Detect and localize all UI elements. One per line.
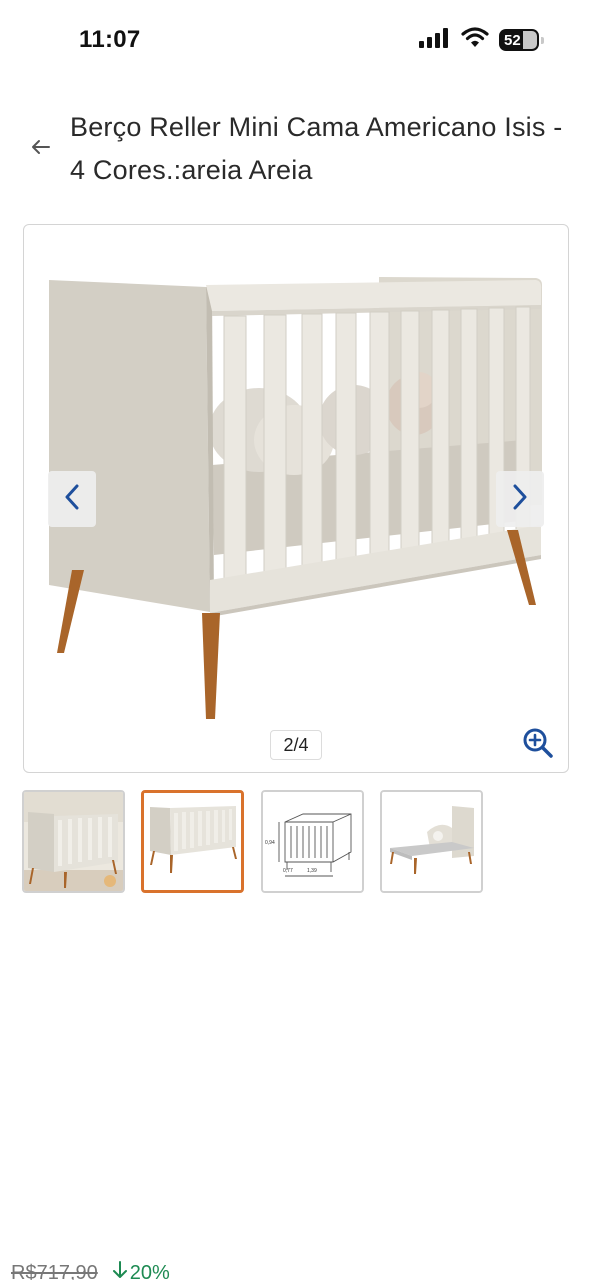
back-button[interactable] [24,132,58,166]
chevron-left-icon [64,484,80,515]
signal-icon [419,27,451,53]
wifi-icon [461,26,489,54]
discount-badge: 20% [112,1260,170,1280]
arrow-down-icon [112,1260,128,1280]
zoom-in-icon [522,727,554,764]
status-time: 11:07 [79,26,141,53]
price-row: R$717,90 20% [11,1260,170,1280]
status-icons: 52 [419,26,544,54]
thumbnail-3[interactable]: 0,94 0,77 1,39 [261,790,364,893]
battery-empty-part [523,31,537,49]
dimension-label-height: 0,94 [265,840,275,846]
discount-percent: 20% [129,1261,170,1280]
zoom-button[interactable] [520,727,556,763]
toddler-bed-thumbnail-image [382,792,481,891]
crib-front-thumbnail-image [144,793,241,890]
dimension-label-depth: 0,77 [283,868,293,874]
status-bar: 11:07 52 [0,0,591,80]
next-image-button[interactable] [496,471,544,527]
crib-room-thumbnail-image [24,792,123,891]
battery-cap [541,37,544,44]
thumbnail-2[interactable] [141,790,244,893]
thumbnail-4[interactable] [380,790,483,893]
battery-level: 52 [504,31,521,49]
chevron-right-icon [512,484,528,515]
old-price: R$717,90 [11,1261,98,1280]
crib-dimension-thumbnail-image: 0,94 0,77 1,39 [263,792,362,891]
crib-product-image [49,277,542,719]
product-title: Berço Reller Mini Cama Americano Isis - … [70,112,563,185]
image-counter: 2/4 [270,730,322,760]
previous-image-button[interactable] [48,471,96,527]
arrow-left-icon [31,139,51,160]
battery-icon: 52 [499,29,544,51]
product-image-carousel[interactable]: 2/4 [23,224,569,773]
thumbnail-1[interactable] [22,790,125,893]
dimension-label-width: 1,39 [307,868,317,874]
